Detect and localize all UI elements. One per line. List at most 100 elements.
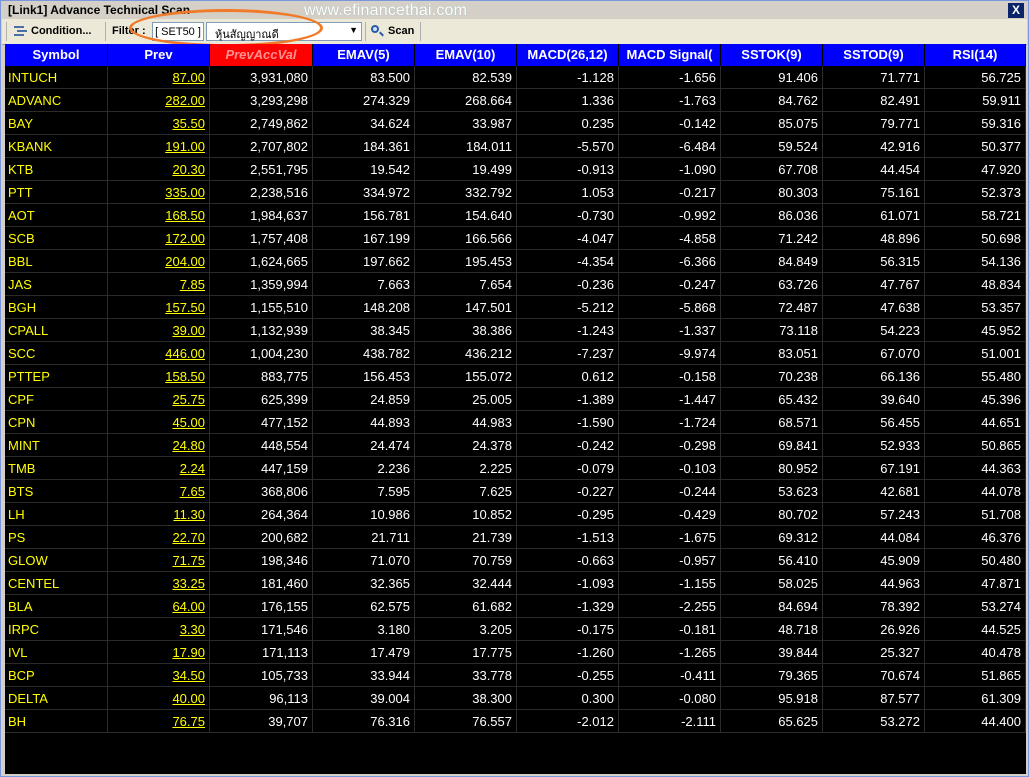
condition-button[interactable]: Condition... (14, 21, 91, 41)
column-header[interactable]: EMAV(10) (415, 44, 517, 66)
prev-price-link[interactable]: 172.00 (108, 227, 210, 250)
symbol-cell[interactable]: IRPC (5, 618, 108, 641)
prev-price-link[interactable]: 76.75 (108, 710, 210, 733)
table-row[interactable]: BAY 35.50 2,749,862 34.624 33.987 0.235 -0.142… (5, 112, 1026, 135)
table-row[interactable]: INTUCH 87.00 3,931,080 83.500 82.539 -1.128 -1… (5, 66, 1026, 89)
column-header[interactable]: Prev (108, 44, 210, 66)
prev-price-link[interactable]: 335.00 (108, 181, 210, 204)
symbol-cell[interactable]: SCC (5, 342, 108, 365)
table-row[interactable]: KBANK 191.00 2,707,802 184.361 184.011 -5.570… (5, 135, 1026, 158)
prev-price-link[interactable]: 40.00 (108, 687, 210, 710)
symbol-cell[interactable]: TMB (5, 457, 108, 480)
symbol-cell[interactable]: BAY (5, 112, 108, 135)
symbol-cell[interactable]: JAS (5, 273, 108, 296)
prev-price-link[interactable]: 35.50 (108, 112, 210, 135)
symbol-cell[interactable]: CPN (5, 411, 108, 434)
prev-price-link[interactable]: 22.70 (108, 526, 210, 549)
column-header[interactable]: PrevAccVal (210, 44, 313, 66)
table-row[interactable]: BH 76.75 39,707 76.316 76.557 -2.012 -2.111 65.… (5, 710, 1026, 733)
symbol-cell[interactable]: KBANK (5, 135, 108, 158)
table-row[interactable]: CENTEL 33.25 181,460 32.365 32.444 -1.093 -1.1… (5, 572, 1026, 595)
symbol-cell[interactable]: INTUCH (5, 66, 108, 89)
table-row[interactable]: IVL 17.90 171,113 17.479 17.775 -1.260 -1.265 3… (5, 641, 1026, 664)
prev-price-link[interactable]: 34.50 (108, 664, 210, 687)
signal-dropdown[interactable]: หุ้นสัญญาณดี ▼ (206, 22, 362, 41)
table-row[interactable]: PS 22.70 200,682 21.711 21.739 -1.513 -1.675 69… (5, 526, 1026, 549)
symbol-cell[interactable]: PS (5, 526, 108, 549)
close-button[interactable]: X (1008, 3, 1024, 18)
column-header[interactable]: EMAV(5) (313, 44, 415, 66)
symbol-cell[interactable]: KTB (5, 158, 108, 181)
table-row[interactable]: SCC 446.00 1,004,230 438.782 436.212 -7.237 -9… (5, 342, 1026, 365)
table-row[interactable]: PTT 335.00 2,238,516 334.972 332.792 1.053 -0.… (5, 181, 1026, 204)
symbol-cell[interactable]: AOT (5, 204, 108, 227)
table-row[interactable]: TMB 2.24 447,159 2.236 2.225 -0.079 -0.103 80.9… (5, 457, 1026, 480)
symbol-cell[interactable]: CPALL (5, 319, 108, 342)
filter-set-field[interactable]: [ SET50 ] (152, 22, 204, 41)
table-row[interactable]: CPALL 39.00 1,132,939 38.345 38.386 -1.243 -1.… (5, 319, 1026, 342)
table-row[interactable]: SCB 172.00 1,757,408 167.199 166.566 -4.047 -4… (5, 227, 1026, 250)
prev-price-link[interactable]: 7.85 (108, 273, 210, 296)
table-row[interactable]: KTB 20.30 2,551,795 19.542 19.499 -0.913 -1.09… (5, 158, 1026, 181)
symbol-cell[interactable]: BH (5, 710, 108, 733)
symbol-cell[interactable]: BTS (5, 480, 108, 503)
table-row[interactable]: BCP 34.50 105,733 33.944 33.778 -0.255 -0.411 7… (5, 664, 1026, 687)
symbol-cell[interactable]: CENTEL (5, 572, 108, 595)
table-row[interactable]: AOT 168.50 1,984,637 156.781 154.640 -0.730 -0… (5, 204, 1026, 227)
symbol-cell[interactable]: LH (5, 503, 108, 526)
table-row[interactable]: PTTEP 158.50 883,775 156.453 155.072 0.612 -0.… (5, 365, 1026, 388)
symbol-cell[interactable]: CPF (5, 388, 108, 411)
table-row[interactable]: MINT 24.80 448,554 24.474 24.378 -0.242 -0.298… (5, 434, 1026, 457)
table-row[interactable]: CPF 25.75 625,399 24.859 25.005 -1.389 -1.447 6… (5, 388, 1026, 411)
table-row[interactable]: GLOW 71.75 198,346 71.070 70.759 -0.663 -0.957… (5, 549, 1026, 572)
prev-price-link[interactable]: 11.30 (108, 503, 210, 526)
table-row[interactable]: BGH 157.50 1,155,510 148.208 147.501 -5.212 -5… (5, 296, 1026, 319)
prev-price-link[interactable]: 204.00 (108, 250, 210, 273)
table-row[interactable]: LH 11.30 264,364 10.986 10.852 -0.295 -0.429 80… (5, 503, 1026, 526)
symbol-cell[interactable]: BGH (5, 296, 108, 319)
column-header[interactable]: SSTOD(9) (823, 44, 925, 66)
prev-price-link[interactable]: 33.25 (108, 572, 210, 595)
symbol-cell[interactable]: ADVANC (5, 89, 108, 112)
table-row[interactable]: JAS 7.85 1,359,994 7.663 7.654 -0.236 -0.247 63… (5, 273, 1026, 296)
prev-price-link[interactable]: 3.30 (108, 618, 210, 641)
symbol-cell[interactable]: MINT (5, 434, 108, 457)
prev-price-link[interactable]: 446.00 (108, 342, 210, 365)
prev-price-link[interactable]: 168.50 (108, 204, 210, 227)
prev-price-link[interactable]: 17.90 (108, 641, 210, 664)
symbol-cell[interactable]: IVL (5, 641, 108, 664)
symbol-cell[interactable]: PTTEP (5, 365, 108, 388)
prev-price-link[interactable]: 157.50 (108, 296, 210, 319)
table-row[interactable]: BLA 64.00 176,155 62.575 61.682 -1.329 -2.255 8… (5, 595, 1026, 618)
table-row[interactable]: IRPC 3.30 171,546 3.180 3.205 -0.175 -0.181 48.… (5, 618, 1026, 641)
prev-price-link[interactable]: 191.00 (108, 135, 210, 158)
prev-price-link[interactable]: 64.00 (108, 595, 210, 618)
prev-price-link[interactable]: 25.75 (108, 388, 210, 411)
symbol-cell[interactable]: PTT (5, 181, 108, 204)
prev-price-link[interactable]: 45.00 (108, 411, 210, 434)
prev-price-link[interactable]: 71.75 (108, 549, 210, 572)
symbol-cell[interactable]: BLA (5, 595, 108, 618)
column-header[interactable]: MACD(26,12) (517, 44, 619, 66)
column-header[interactable]: SSTOK(9) (721, 44, 823, 66)
symbol-cell[interactable]: BBL (5, 250, 108, 273)
symbol-cell[interactable]: BCP (5, 664, 108, 687)
column-header[interactable]: MACD Signal( (619, 44, 721, 66)
prev-price-link[interactable]: 158.50 (108, 365, 210, 388)
prev-price-link[interactable]: 282.00 (108, 89, 210, 112)
column-header[interactable]: RSI(14) (925, 44, 1026, 66)
symbol-cell[interactable]: GLOW (5, 549, 108, 572)
symbol-cell[interactable]: DELTA (5, 687, 108, 710)
table-row[interactable]: CPN 45.00 477,152 44.893 44.983 -1.590 -1.724 6… (5, 411, 1026, 434)
prev-price-link[interactable]: 7.65 (108, 480, 210, 503)
prev-price-link[interactable]: 2.24 (108, 457, 210, 480)
symbol-cell[interactable]: SCB (5, 227, 108, 250)
column-header[interactable]: Symbol (5, 44, 108, 66)
table-row[interactable]: BTS 7.65 368,806 7.595 7.625 -0.227 -0.244 53.6… (5, 480, 1026, 503)
prev-price-link[interactable]: 24.80 (108, 434, 210, 457)
table-row[interactable]: ADVANC 282.00 3,293,298 274.329 268.664 1.336… (5, 89, 1026, 112)
prev-price-link[interactable]: 20.30 (108, 158, 210, 181)
table-row[interactable]: DELTA 40.00 96,113 39.004 38.300 0.300 -0.080 9… (5, 687, 1026, 710)
prev-price-link[interactable]: 87.00 (108, 66, 210, 89)
scan-button[interactable]: Scan (371, 21, 414, 41)
